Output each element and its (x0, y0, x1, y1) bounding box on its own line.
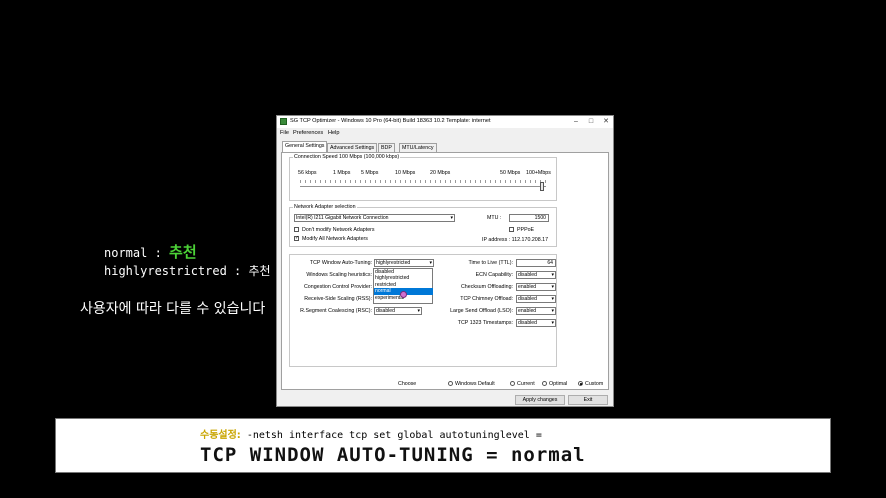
chevron-down-icon: ▾ (551, 296, 554, 302)
chevron-down-icon: ▾ (417, 308, 420, 314)
caption-main: TCP WINDOW AUTO-TUNING = normal (200, 444, 586, 466)
rss-label: Receive-Side Scaling (RSS): (304, 296, 372, 302)
congestion-control-label: Congestion Control Provider: (303, 284, 372, 290)
adapter-select-value: Intel(R) I211 Gigabit Network Connection (296, 215, 389, 221)
chimney-value: disabled (518, 296, 537, 302)
radio-custom-label: Custom (585, 381, 604, 387)
checksum-label: Checksum Offloading: (460, 284, 513, 290)
chimney-select[interactable]: disabled ▾ (516, 295, 556, 303)
pppoe-checkbox[interactable] (509, 227, 514, 232)
general-settings-panel: Connection Speed 100 Mbps (100,000 kbps)… (281, 152, 609, 390)
modify-all-checkbox[interactable]: ✓ (294, 236, 299, 241)
tcp-optimizer-window: SG TCP Optimizer - Windows 10 Pro (64-bi… (276, 115, 614, 407)
lso-label: Large Send Offload (LSO): (450, 308, 513, 314)
rsc-select[interactable]: disabled ▾ (374, 307, 422, 315)
lso-value: enabled (518, 308, 537, 314)
radio-custom[interactable] (578, 381, 583, 386)
network-adapter-group: Network Adapter selection Intel(R) I211 … (289, 204, 557, 247)
menu-preferences[interactable]: Preferences (293, 130, 323, 136)
ttl-label: Time to Live (TTL): (468, 260, 513, 266)
radio-current-label: Current (517, 381, 535, 387)
network-adapter-label: Network Adapter selection (293, 204, 357, 210)
speed-slider-thumb[interactable] (540, 182, 544, 191)
window-title: SG TCP Optimizer - Windows 10 Pro (64-bi… (290, 118, 491, 124)
rsc-label: R.Segment Coalescing (RSC): (300, 308, 372, 314)
pppoe-label: PPPoE (517, 227, 535, 233)
radio-windows-default-label: Windows Default (455, 381, 495, 387)
timestamps-value: disabled (518, 320, 537, 326)
tick-10mbps: 10 Mbps (395, 170, 416, 176)
app-icon (280, 118, 287, 125)
tick-100mbps: 100+Mbps (526, 170, 551, 176)
autotuning-select-value: highlyrestricted (376, 260, 411, 266)
tick-1mbps: 1 Mbps (333, 170, 351, 176)
annotation-normal: normal : 추천 (104, 241, 197, 262)
chevron-down-icon: ▾ (450, 215, 453, 221)
annotation-user-note: 사용자에 따라 다를 수 있습니다 (80, 301, 266, 317)
timestamps-label: TCP 1323 Timestamps: (457, 320, 513, 326)
radio-optimal-label: Optimal (549, 381, 568, 387)
radio-windows-default[interactable] (448, 381, 453, 386)
apply-changes-button[interactable]: Apply changes (515, 395, 565, 405)
autotuning-select[interactable]: highlyrestricted ▾ (374, 259, 434, 267)
dont-modify-checkbox[interactable] (294, 227, 299, 232)
connection-speed-group: Connection Speed 100 Mbps (100,000 kbps)… (289, 154, 557, 201)
chimney-label: TCP Chimney Offload: (460, 296, 513, 302)
ip-address: IP address : 112.170.208.17 (482, 237, 549, 243)
speed-slider-ticks (300, 180, 546, 183)
exit-button[interactable]: Exit (568, 395, 608, 405)
caption-netsh-command: -netsh interface tcp set global autotuni… (240, 430, 542, 441)
lso-select[interactable]: enabled ▾ (516, 307, 556, 315)
annotation-highlyrestricted: highlyrestrictred : 추천 (104, 264, 271, 278)
minimize-button[interactable]: – (571, 117, 581, 126)
chevron-down-icon: ▾ (551, 308, 554, 314)
caption-subtitle: 수동설정: -netsh interface tcp set global au… (200, 426, 542, 441)
title-bar: SG TCP Optimizer - Windows 10 Pro (64-bi… (277, 116, 613, 128)
menu-bar: File Preferences Help (277, 128, 613, 138)
ecn-value: disabled (518, 272, 537, 278)
chevron-down-icon: ▾ (551, 272, 554, 278)
caption-manual-setting: 수동설정: (200, 430, 241, 441)
autotuning-label: TCP Window Auto-Tuning: (309, 260, 372, 266)
ecn-label: ECN Capability: (475, 272, 513, 278)
tick-5mbps: 5 Mbps (361, 170, 379, 176)
mtu-input[interactable]: 1500 (509, 214, 549, 222)
chevron-down-icon: ▾ (551, 284, 554, 290)
ttl-input[interactable]: 64 (516, 259, 556, 267)
menu-file[interactable]: File (280, 130, 289, 136)
menu-help[interactable]: Help (328, 130, 340, 136)
autotuning-dropdown-list: disabled highlyrestricted restricted nor… (373, 268, 433, 304)
annotation-recommend: 추천 (169, 243, 197, 261)
modify-all-label: Modify All Network Adapters (302, 236, 368, 242)
speed-slider-track[interactable] (300, 186, 546, 190)
ecn-select[interactable]: disabled ▾ (516, 271, 556, 279)
close-button[interactable]: ✕ (601, 117, 611, 126)
tick-20mbps: 20 Mbps (430, 170, 451, 176)
dont-modify-label: Don't modify Network Adapters (302, 227, 375, 233)
checksum-select[interactable]: enabled ▾ (516, 283, 556, 291)
mtu-label: MTU : (487, 215, 502, 221)
radio-current[interactable] (510, 381, 515, 386)
scaling-heuristics-label: Windows Scaling heuristics: (306, 272, 372, 278)
maximize-button[interactable]: □ (586, 117, 596, 126)
choose-label: Choose (398, 381, 417, 387)
connection-speed-label: Connection Speed 100 Mbps (100,000 kbps) (293, 154, 401, 160)
cursor-icon (400, 291, 407, 298)
annotation-normal-text: normal : (104, 246, 170, 260)
chevron-down-icon: ▾ (551, 320, 554, 326)
checksum-value: enabled (518, 284, 537, 290)
tick-50mbps: 50 Mbps (500, 170, 521, 176)
timestamps-select[interactable]: disabled ▾ (516, 319, 556, 327)
radio-optimal[interactable] (542, 381, 547, 386)
rsc-select-value: disabled (376, 308, 395, 314)
adapter-select[interactable]: Intel(R) I211 Gigabit Network Connection… (294, 214, 455, 222)
tick-56kbps: 56 kbps (298, 170, 317, 176)
